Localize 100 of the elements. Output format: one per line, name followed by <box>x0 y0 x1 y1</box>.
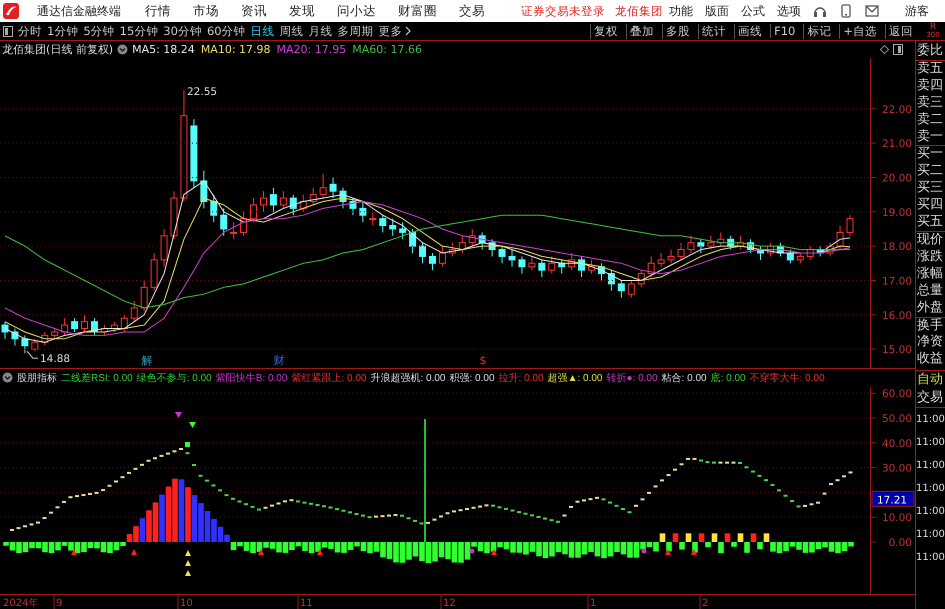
indicator-axis-label: 0.00 <box>888 537 912 549</box>
more-menu[interactable]: 更多 <box>378 24 411 38</box>
candlestick <box>240 210 248 236</box>
quote-field-label: 现价 <box>916 232 944 249</box>
current-value-tag: 17.21 <box>872 490 914 507</box>
toolbar-button[interactable]: 标记 <box>803 24 834 38</box>
candlestick <box>200 170 208 208</box>
indicator-axis-label: 50.00 <box>882 413 912 425</box>
menu-item[interactable]: 交易 <box>459 2 485 20</box>
trade-time: 11:00 <box>916 459 945 474</box>
panel-toggle-icon[interactable] <box>893 44 903 55</box>
chevron-right-icon <box>404 26 411 36</box>
menu-item[interactable]: 发现 <box>289 2 315 20</box>
diamond-icon[interactable] <box>880 44 889 54</box>
dropdown-icon[interactable] <box>117 44 128 55</box>
candlestick <box>359 200 366 222</box>
candlestick <box>508 248 516 267</box>
candlestick <box>220 207 228 236</box>
menu-item[interactable]: 选项 <box>777 2 801 20</box>
menu-item[interactable]: 行情 <box>145 2 171 20</box>
moving-average-value: MA5: 18.24 <box>132 42 195 56</box>
indicator-value: 二线差RSI: 0.00 <box>61 372 133 385</box>
date-axis-label: 10 <box>180 598 193 609</box>
period-tab[interactable]: 日线 <box>250 24 275 38</box>
menu-item[interactable]: 问小达 <box>337 2 376 20</box>
quote-field-label: 收益 <box>916 351 944 368</box>
candlestick <box>349 197 356 216</box>
candlestick <box>170 190 178 240</box>
menu-item[interactable]: 版面 <box>705 2 729 20</box>
event-marker: $ <box>480 354 486 367</box>
period-tab[interactable]: 30分钟 <box>163 24 202 38</box>
trade-header-label: 交易 <box>916 389 945 408</box>
toolbar-button[interactable]: 叠加 <box>626 24 658 38</box>
indicator-value: 紫阳快牛B: 0.00 <box>216 372 288 385</box>
candlestick <box>628 280 635 298</box>
candlestick <box>638 269 645 288</box>
candlestick <box>41 330 48 346</box>
phone-icon[interactable] <box>841 4 851 18</box>
menu-item[interactable]: 功能 <box>669 2 693 20</box>
menu-item[interactable]: 资讯 <box>241 2 267 20</box>
price-axis-label: 21.00 <box>882 138 912 150</box>
period-tab[interactable]: 多周期 <box>338 24 374 38</box>
corner-label: R <box>930 23 936 31</box>
price-axis-label: 17.00 <box>882 275 912 287</box>
login-status-link[interactable]: 证券交易未登录 <box>521 4 605 18</box>
app-title: 通达信金融终端 <box>37 2 121 20</box>
candlestick <box>250 197 258 222</box>
candlestick <box>806 245 814 260</box>
candlestick <box>310 186 317 205</box>
menu-item[interactable]: 财富圈 <box>398 2 437 20</box>
period-tab[interactable]: 60分钟 <box>206 24 246 38</box>
candlestick <box>438 245 446 267</box>
menu-item[interactable]: 公式 <box>741 2 765 20</box>
indicator-value: 转折●: 0.00 <box>606 372 658 385</box>
indicator-axis-label: 60.00 <box>882 388 912 400</box>
candlestick <box>687 234 694 254</box>
candlestick <box>260 190 267 212</box>
period-tab[interactable]: 15分钟 <box>120 24 158 38</box>
indicator-axis-label: 30.00 <box>882 462 912 475</box>
indicator-value: 超强▲: 0.00 <box>548 372 602 385</box>
candlestick <box>389 218 396 236</box>
trade-time: 11:00 <box>916 551 945 566</box>
candlestick <box>130 300 138 322</box>
trade-time: 11:00 <box>916 413 945 428</box>
trade-header-label[interactable]: 自动 <box>916 371 945 390</box>
candlestick <box>727 234 734 250</box>
period-tab[interactable]: 5分钟 <box>83 24 115 38</box>
toolbar-button[interactable]: 统计 <box>698 24 730 38</box>
dropdown-icon[interactable] <box>2 372 13 384</box>
quote-field-label: 买四 <box>916 197 944 214</box>
toolbar-button[interactable]: +自选 <box>839 24 880 38</box>
quote-field-label: 卖二 <box>916 112 944 129</box>
candlestick <box>498 245 506 264</box>
candlestick <box>568 252 576 270</box>
date-axis-label: 9 <box>56 598 62 609</box>
stock-name-link[interactable]: 龙佰集团 <box>615 4 663 18</box>
quote-field-label: 委比 <box>916 43 945 61</box>
period-tab[interactable]: 月线 <box>308 24 333 38</box>
panel-toggle-icon[interactable] <box>3 26 13 36</box>
candlestick <box>81 314 88 332</box>
toolbar-button[interactable]: 复权 <box>590 24 622 38</box>
user-label[interactable]: 游客 <box>905 2 929 20</box>
candlestick <box>120 314 128 332</box>
candlestick <box>757 245 764 260</box>
quote-field-label: 买五 <box>916 214 945 232</box>
period-tab[interactable]: 分时 <box>18 24 42 38</box>
candlestick <box>100 324 108 336</box>
candlestick <box>826 242 834 256</box>
toolbar-button[interactable]: 返回 <box>885 24 916 38</box>
toolbar-button[interactable]: F10 <box>770 24 798 38</box>
quote-field-label: 外盘 <box>916 300 945 318</box>
period-tab[interactable]: 周线 <box>280 24 304 38</box>
price-axis-label: 20.00 <box>882 172 912 184</box>
period-tab[interactable]: 1分钟 <box>47 24 78 38</box>
candlestick <box>598 262 605 280</box>
toolbar-button[interactable]: 多股 <box>662 24 694 38</box>
menu-item[interactable]: 市场 <box>193 2 219 20</box>
candlestick <box>290 194 297 216</box>
toolbar-button[interactable]: 画线 <box>734 24 766 38</box>
mail-icon[interactable] <box>865 5 879 17</box>
